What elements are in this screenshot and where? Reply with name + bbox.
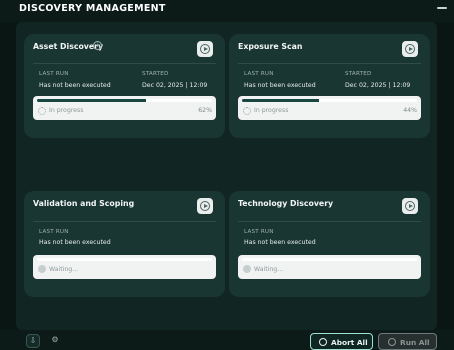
run-all-label: Run All [400,337,430,347]
validation-scoping-card: Validation and Scoping LAST RUN Has not … [24,191,225,297]
progress-percent: 62% [198,106,212,114]
abort-all-label: Abort All [331,337,368,347]
progress-fill [242,99,319,102]
exposure-scan-card: Exposure Scan LAST RUN Has not been exec… [229,34,430,138]
last-run-label: LAST RUN [244,71,274,77]
asset-discovery-card: Asset Discovery i LAST RUN Has not been … [24,34,225,138]
last-run-value: Has not been executed [244,82,316,89]
progress-box: Waiting... [238,255,421,279]
last-run-value: Has not been executed [39,82,111,89]
minimize-icon[interactable] [437,7,447,9]
spinner-icon [38,107,46,115]
last-run-label: LAST RUN [39,229,69,235]
divider [238,221,421,222]
divider [238,63,421,64]
play-icon [200,201,210,211]
last-run-label: LAST RUN [244,229,274,235]
run-technology-discovery-button[interactable] [402,198,418,214]
started-label: STARTED [345,71,372,77]
waiting-icon [38,265,46,273]
download-icon[interactable]: ⇩ [26,334,40,348]
started-value: Dec 02, 2025 | 12:09 [345,82,411,89]
progress-track [37,99,212,102]
progress-box: In progress 62% [33,96,216,120]
play-icon [388,338,396,346]
status-text: Waiting... [254,265,284,273]
progress-track [242,258,417,261]
progress-fill [37,99,146,102]
card-title: Technology Discovery [238,199,334,208]
info-icon[interactable]: i [93,41,102,50]
started-value: Dec 02, 2025 | 12:09 [142,82,208,89]
run-exposure-scan-button[interactable] [402,41,418,57]
top-bar: DISCOVERY MANAGEMENT [0,0,454,22]
technology-discovery-card: Technology Discovery LAST RUN Has not be… [229,191,430,297]
run-validation-scoping-button[interactable] [197,198,213,214]
play-icon [405,44,415,54]
run-all-button[interactable]: Run All [378,333,437,350]
progress-track [242,99,417,102]
started-label: STARTED [142,71,169,77]
divider [33,221,216,222]
last-run-value: Has not been executed [244,239,316,246]
page-title: DISCOVERY MANAGEMENT [19,3,166,14]
status-text: Waiting... [49,265,79,273]
stop-icon [319,338,327,346]
progress-track [37,258,212,261]
status-text: In progress [254,106,289,114]
progress-percent: 44% [403,106,417,114]
divider [33,63,216,64]
progress-box: Waiting... [33,255,216,279]
run-asset-discovery-button[interactable] [197,41,213,57]
abort-all-button[interactable]: Abort All [310,333,373,350]
card-title: Validation and Scoping [33,199,135,208]
progress-box: In progress 44% [238,96,421,120]
waiting-icon [243,265,251,273]
status-text: In progress [49,106,84,114]
card-title: Exposure Scan [238,42,303,51]
spinner-icon [243,107,251,115]
last-run-label: LAST RUN [39,71,69,77]
last-run-value: Has not been executed [39,239,111,246]
play-icon [200,44,210,54]
play-icon [405,201,415,211]
gear-icon[interactable]: ⚙ [48,334,62,348]
